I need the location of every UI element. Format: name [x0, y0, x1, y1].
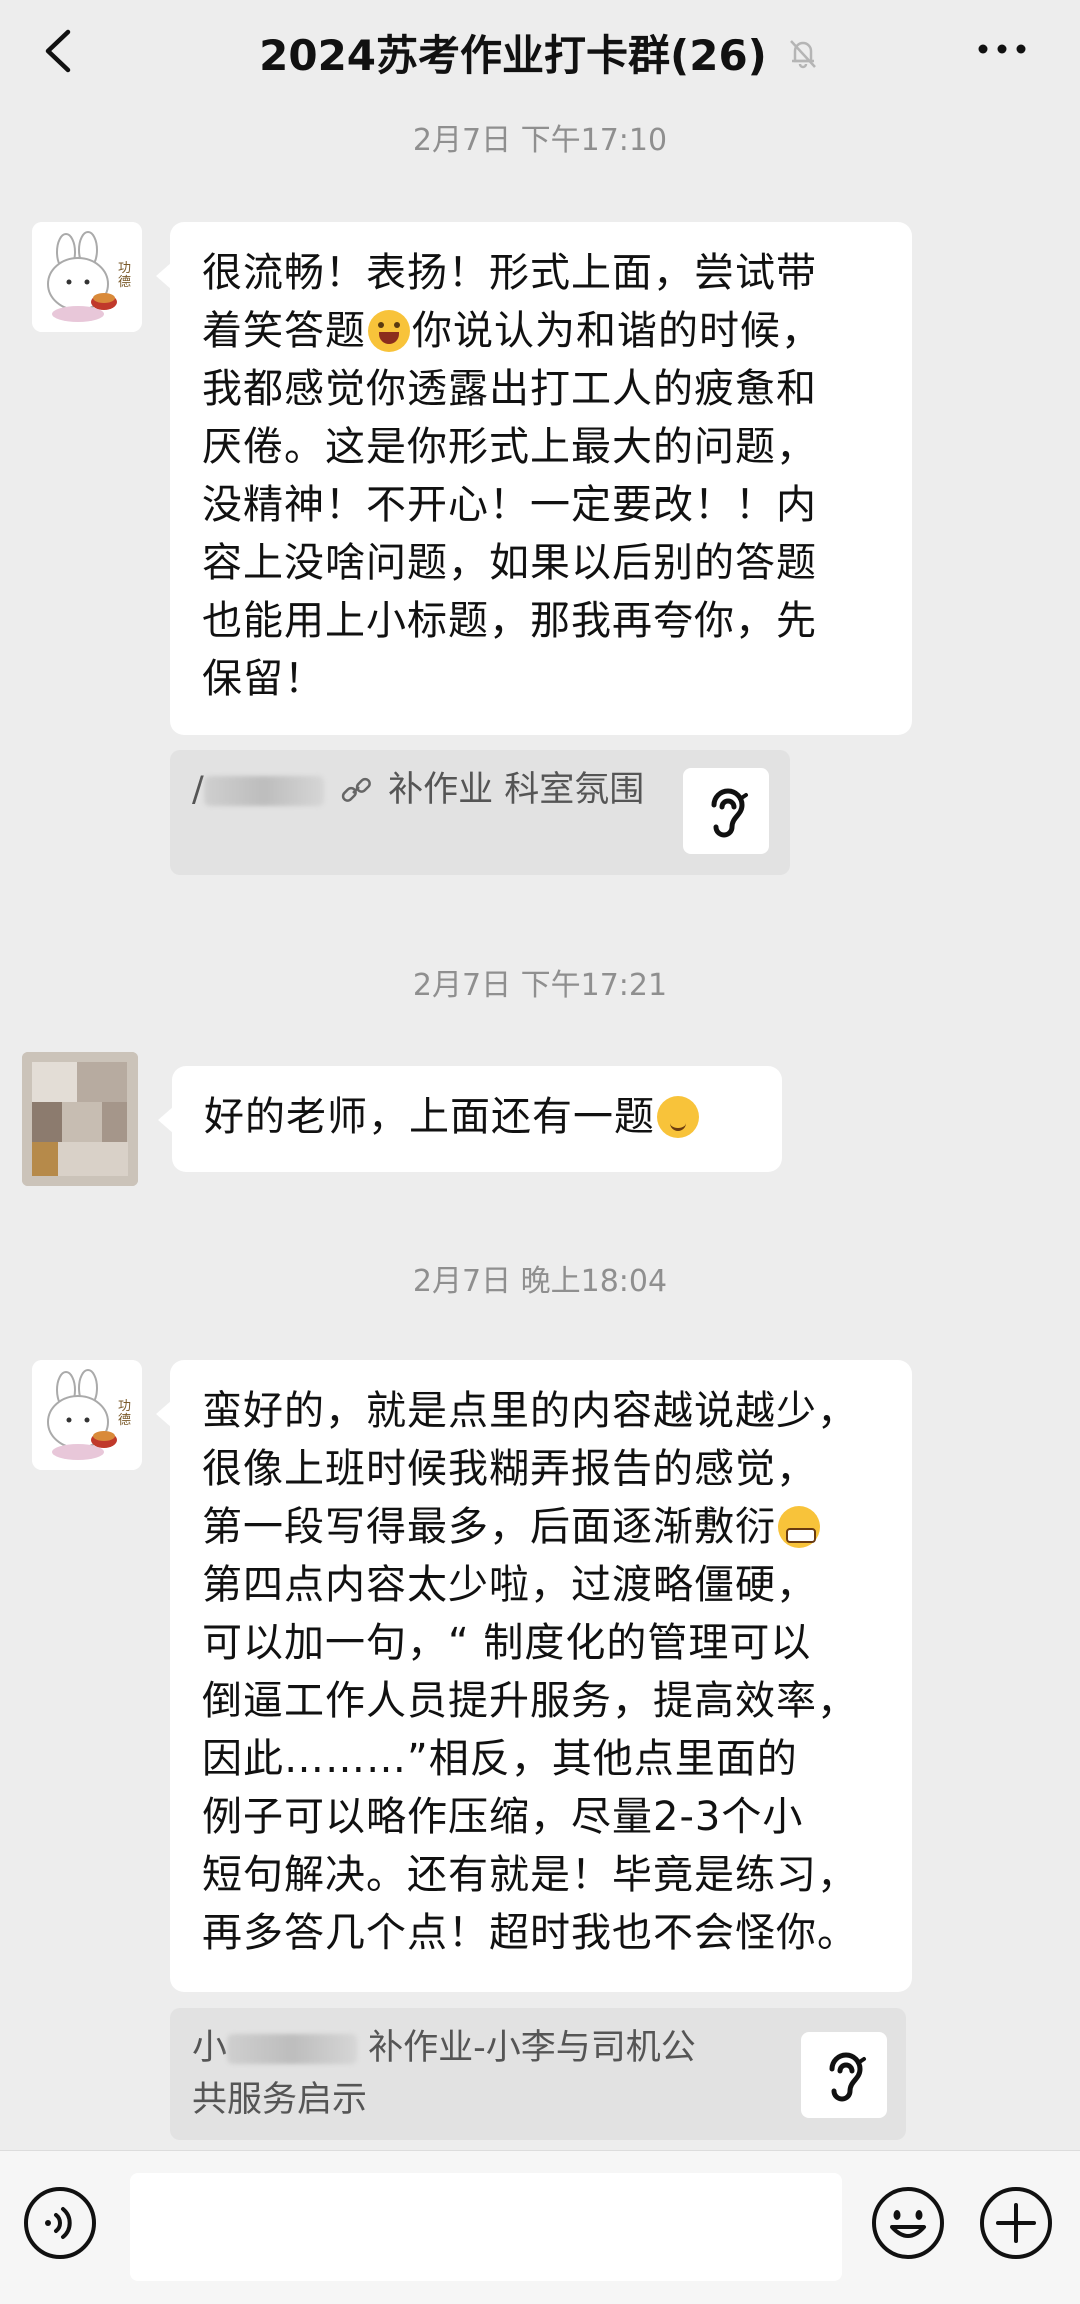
message-line: 短句解决。还有就是！毕竟是练习，: [202, 1852, 858, 1898]
message-line: 第一段写得最多，后面逐渐敷衍: [202, 1498, 882, 1556]
quote-text: 补作业-小李与司机公: [368, 2028, 696, 2068]
quote-text: 共服务启示: [192, 2080, 368, 2120]
chat-header: 2024苏考作业打卡群(26): [0, 0, 1080, 112]
smile-emoji-icon: [657, 1096, 699, 1138]
svg-text:功: 功: [118, 261, 131, 276]
message-line: 可以加一句，“ 制度化的管理可以: [202, 1620, 812, 1666]
grimace-emoji-icon: [368, 310, 410, 352]
blurred-name: [227, 2034, 358, 2064]
message-line: 倒逼工作人员提升服务，提高效率，: [202, 1678, 858, 1724]
message-line: 很流畅！表扬！形式上面，尝试带: [202, 250, 817, 296]
ear-icon: [829, 2052, 866, 2102]
message-line: 因此………”相反，其他点里面的: [202, 1736, 798, 1782]
input-bar: [0, 2150, 1080, 2304]
svg-text:德: 德: [118, 1413, 131, 1428]
message-line: 例子可以略作压缩，尽量2-3个小: [202, 1794, 804, 1840]
timestamp: 2月7日 下午17:10: [412, 123, 668, 158]
message-input[interactable]: [130, 2173, 842, 2281]
quote-prefix: 小: [192, 2028, 228, 2068]
grin-emoji-icon: [778, 1506, 820, 1548]
message-bubble[interactable]: 很流畅！表扬！形式上面，尝试带 着笑答题 你说认为和谐的时候， 我都感觉你透露出打…: [170, 222, 912, 735]
message-line: 再多答几个点！超时我也不会怪你。: [202, 1910, 858, 1956]
plus-icon[interactable]: [978, 2185, 1054, 2261]
message-line: 容上没啥问题，如果以后别的答题: [202, 540, 817, 586]
message-bubble[interactable]: 好的老师，上面还有一题: [172, 1066, 782, 1172]
timestamp: 2月7日 下午17:21: [412, 968, 668, 1003]
timestamp: 2月7日 晚上18:04: [412, 1264, 668, 1299]
message-line: 蛮好的，就是点里的内容越说越少，: [202, 1388, 858, 1434]
voice-icon[interactable]: [22, 2185, 98, 2261]
message-line: 我都感觉你透露出打工人的疲惫和: [202, 366, 817, 412]
message-bubble[interactable]: 蛮好的，就是点里的内容越说越少， 很像上班时候我糊弄报告的感觉， 第一段写得最多…: [170, 1360, 912, 1992]
message-line: 也能用上小标题，那我再夸你，先: [202, 598, 817, 644]
avatar-teacher[interactable]: 功 德: [32, 1360, 142, 1470]
more-dots-icon[interactable]: [975, 34, 1029, 64]
message-line: 很像上班时候我糊弄报告的感觉，: [202, 1446, 817, 1492]
svg-text:功: 功: [118, 1399, 131, 1414]
link-icon: [341, 777, 371, 802]
bunny-avatar-icon: 功 德: [32, 1360, 142, 1470]
message-line: 第四点内容太少啦，过渡略僵硬，: [202, 1562, 817, 1608]
message-line: 保留！: [202, 656, 325, 702]
quoted-message[interactable]: 小 补作业-小李与司机公 共服务启示: [170, 2008, 906, 2140]
avatar-teacher[interactable]: 功 德: [32, 222, 142, 332]
blurred-avatar-icon: [22, 1052, 138, 1186]
chat-title: 2024苏考作业打卡群(26): [259, 31, 767, 80]
bell-muted-icon: [789, 39, 816, 68]
quote-text: 补作业 科室氛围: [388, 770, 645, 810]
message-line: 着笑答题 你说认为和谐的时候，: [202, 308, 822, 354]
bunny-avatar-icon: 功 德: [32, 222, 142, 332]
ear-icon: [711, 788, 748, 838]
chat-title-area: 2024苏考作业打卡群(26): [0, 22, 1080, 83]
message-line: 厌倦。这是你形式上最大的问题，: [202, 424, 817, 470]
quote-thumbnail[interactable]: [801, 2032, 887, 2118]
message-line: 没精神！不开心！一定要改！！内: [202, 482, 817, 528]
avatar-student[interactable]: [22, 1052, 138, 1186]
quote-prefix: /: [192, 770, 204, 810]
emoji-icon[interactable]: [870, 2185, 946, 2261]
message-line: 好的老师，上面还有一题: [204, 1088, 752, 1146]
svg-text:德: 德: [118, 275, 131, 290]
quote-thumbnail[interactable]: [683, 768, 769, 854]
blurred-name: [203, 776, 324, 806]
